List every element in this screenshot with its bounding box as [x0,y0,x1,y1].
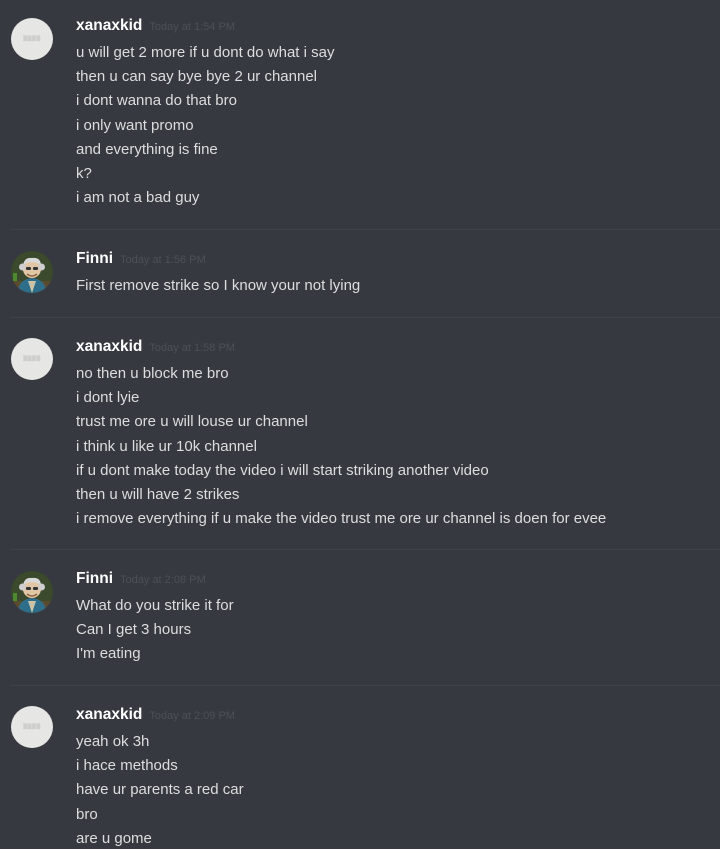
message-line: yeah ok 3h [76,733,150,750]
message-line: i dont lyie [76,389,140,407]
message-line: are u gome [76,829,152,847]
user-avatar[interactable]: ▒▒▒▒ [11,706,53,748]
message-timestamp: Today at 1:54 PM [149,21,235,33]
message-line: What do you strike it for [76,597,234,614]
message-line: if u dont make today the video i will st… [76,461,489,479]
message-line: i remove everything if u make the video … [76,510,607,528]
message-line: trust me ore u will louse ur channel [76,413,308,431]
message-author[interactable]: xanaxkid [76,17,142,35]
message-timestamp: Today at 1:56 PM [120,254,206,266]
message-line: have ur parents a red car [76,781,244,799]
user-avatar[interactable]: ▒▒▒▒ [11,18,53,60]
message-line: i only want promo [76,116,194,134]
message-author[interactable]: Finni [76,570,113,588]
message-line: k? [76,164,92,182]
message-author[interactable]: xanaxkid [76,338,142,356]
message-line: then u will have 2 strikes [76,485,240,503]
finni-avatar-icon [11,571,53,613]
message-line: no then u block me bro [76,365,229,382]
message-divider [10,317,720,318]
message-author[interactable]: xanaxkid [76,706,142,724]
message-line: First remove strike so I know your not l… [76,277,361,294]
message-line: then u can say bye bye 2 ur channel [76,68,317,86]
message-line: and everything is fine [76,140,218,158]
message-line: u will get 2 more if u dont do what i sa… [76,44,335,61]
message-timestamp: Today at 1:58 PM [149,342,235,354]
message-timestamp: Today at 2:09 PM [149,710,235,722]
message-divider [10,549,720,550]
message-line: i hace methods [76,757,178,775]
message-line: i am not a bad guy [76,189,200,207]
message-divider [10,229,720,230]
user-avatar[interactable] [11,251,53,293]
message-timestamp: Today at 2:08 PM [120,574,206,586]
message-author[interactable]: Finni [76,250,113,268]
message-line: i dont wanna do that bro [76,92,237,110]
message-line: Can I get 3 hours [76,621,192,639]
message-line: I'm eating [76,645,141,663]
user-avatar[interactable]: ▒▒▒▒ [11,338,53,380]
finni-avatar-icon [11,251,53,293]
user-avatar[interactable] [11,571,53,613]
message-line: i think u like ur 10k channel [76,437,257,455]
message-line: bro [76,805,98,823]
message-divider [10,685,720,686]
